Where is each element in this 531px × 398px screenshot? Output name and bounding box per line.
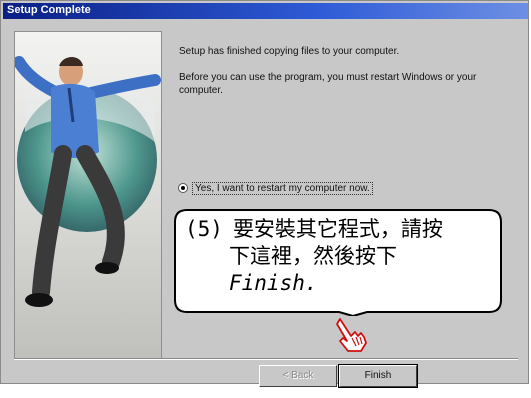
callout-step-number: (5)	[185, 217, 223, 241]
setup-illustration	[14, 31, 162, 359]
restart-option[interactable]: Yes, I want to restart my computer now.	[178, 181, 373, 195]
hand-pointer-icon	[330, 316, 370, 359]
callout-line-1: 要安裝其它程式，請按	[232, 217, 443, 241]
callout-line-2: 下這裡，然後按下	[229, 244, 397, 268]
restart-option-label[interactable]: Yes, I want to restart my computer now.	[192, 181, 373, 195]
instruction-callout: (5) 要安裝其它程式，請按 下這裡，然後按下 Finish.	[171, 208, 503, 316]
radio-icon[interactable]	[178, 183, 188, 193]
back-button[interactable]: < Back	[259, 365, 337, 387]
callout-line-3: Finish.	[229, 271, 318, 295]
callout-text: (5) 要安裝其它程式，請按 下這裡，然後按下 Finish.	[185, 216, 495, 297]
finish-button[interactable]: Finish	[338, 364, 418, 388]
setup-complete-dialog: Setup Complete Setup has finished copyin…	[0, 0, 529, 388]
copy-complete-text: Setup has finished copying files to your…	[179, 46, 400, 57]
title-bar[interactable]: Setup Complete	[3, 3, 528, 19]
dialog-title: Setup Complete	[7, 4, 91, 16]
restart-instruction-text: Before you can use the program, you must…	[179, 72, 477, 96]
button-separator	[14, 358, 518, 360]
leaping-man-illustration	[15, 56, 161, 307]
